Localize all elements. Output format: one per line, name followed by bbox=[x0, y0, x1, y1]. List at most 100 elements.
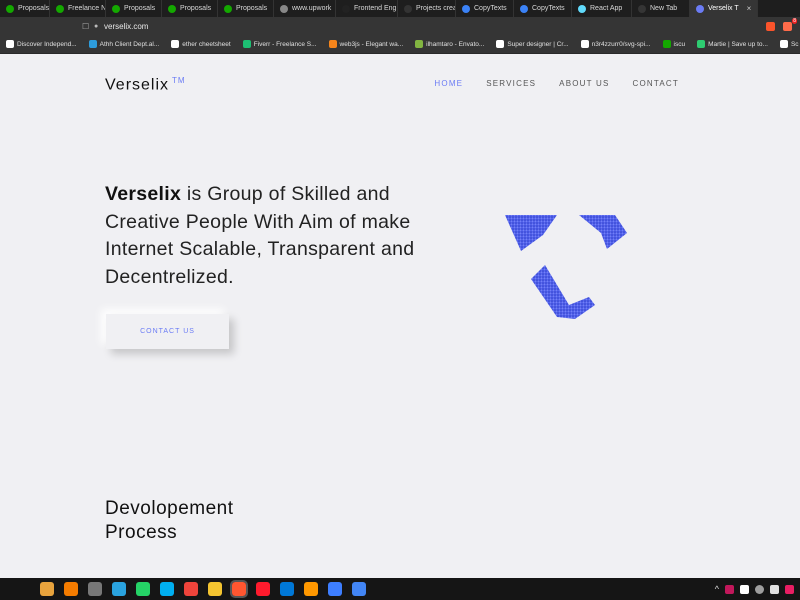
bookmark-item[interactable]: ether cheetsheet bbox=[165, 40, 236, 48]
browser-tab[interactable]: React App bbox=[572, 0, 632, 17]
bookmark-label: iscu bbox=[674, 41, 686, 48]
brave-icon[interactable] bbox=[232, 582, 246, 596]
tab-label: Verselix T bbox=[708, 5, 739, 12]
tab-label: Frontend Eng bbox=[354, 5, 396, 12]
sublime-icon[interactable] bbox=[304, 582, 318, 596]
bookmark-favicon-icon bbox=[6, 40, 14, 48]
tab-label: Projects crea bbox=[416, 5, 456, 12]
browser-tab[interactable]: Proposals bbox=[106, 0, 162, 17]
bookmark-item[interactable]: n3r4zzurr0/svg-spi... bbox=[575, 40, 657, 48]
browser-tab[interactable]: Proposals bbox=[162, 0, 218, 17]
bookmark-label: ilhamtaro - Envato... bbox=[426, 41, 484, 48]
bookmark-item[interactable]: Fiverr - Freelance S... bbox=[237, 40, 323, 48]
app-icon[interactable] bbox=[64, 582, 78, 596]
browser-tab[interactable]: CopyTexts bbox=[514, 0, 572, 17]
hero-brand: Verselix bbox=[105, 183, 181, 205]
bookmark-favicon-icon bbox=[581, 40, 589, 48]
bookmark-item[interactable]: web3js - Elegant wa... bbox=[323, 40, 410, 48]
logo-segment-left bbox=[505, 215, 557, 251]
tab-label: Freelance No bbox=[68, 5, 106, 12]
browser-tab[interactable]: Frontend Eng bbox=[336, 0, 398, 17]
bookmark-item[interactable]: Martie | Save up to... bbox=[691, 40, 774, 48]
bookmark-favicon-icon bbox=[780, 40, 788, 48]
brave-rewards-icon[interactable]: 8 bbox=[783, 22, 792, 31]
nav-contact[interactable]: CONTACT bbox=[633, 79, 679, 88]
tab-favicon-icon bbox=[342, 5, 350, 13]
tab-label: Proposals bbox=[124, 5, 155, 12]
brand-logo-text[interactable]: VerselixTM bbox=[105, 76, 186, 94]
bookmark-favicon-icon bbox=[171, 40, 179, 48]
tab-favicon-icon bbox=[404, 5, 412, 13]
tab-favicon-icon bbox=[224, 5, 232, 13]
rewards-badge: 8 bbox=[792, 18, 797, 24]
browser-tab[interactable]: Freelance No bbox=[50, 0, 106, 17]
tab-favicon-icon bbox=[56, 5, 64, 13]
skype-icon[interactable] bbox=[160, 582, 174, 596]
tab-favicon-icon bbox=[280, 5, 288, 13]
bookmark-item[interactable]: Super designer | Cr... bbox=[490, 40, 574, 48]
tray-expand-icon[interactable]: ^ bbox=[715, 584, 719, 594]
browser-tab[interactable]: Proposals bbox=[0, 0, 50, 17]
url-field[interactable]: verselix.com bbox=[104, 22, 766, 31]
tab-label: CopyTexts bbox=[532, 5, 565, 12]
anydesk-icon[interactable] bbox=[184, 582, 198, 596]
tab-label: Proposals bbox=[18, 5, 49, 12]
tab-label: Proposals bbox=[236, 5, 267, 12]
whatsapp-icon[interactable] bbox=[136, 582, 150, 596]
section-title: Devolopement Process bbox=[105, 497, 305, 545]
tray-app2-icon[interactable] bbox=[740, 585, 749, 594]
bookmark-item[interactable]: iscu bbox=[657, 40, 692, 48]
tray-app4-icon[interactable] bbox=[785, 585, 794, 594]
tab-label: Proposals bbox=[180, 5, 211, 12]
telegram-icon[interactable] bbox=[112, 582, 126, 596]
tab-label: CopyTexts bbox=[474, 5, 507, 12]
todo-icon[interactable] bbox=[328, 582, 342, 596]
logo-segment-bottom bbox=[531, 265, 595, 319]
bookmark-label: n3r4zzurr0/svg-spi... bbox=[592, 41, 651, 48]
tray-app3-icon[interactable] bbox=[770, 585, 779, 594]
browser-tab[interactable]: Verselix T × bbox=[690, 0, 758, 17]
bookmark-favicon-icon bbox=[329, 40, 337, 48]
calculator-icon[interactable] bbox=[88, 582, 102, 596]
page-content: VerselixTM HOME SERVICES ABOUT US CONTAC… bbox=[0, 54, 800, 578]
tray-settings-icon[interactable] bbox=[755, 585, 764, 594]
bookmark-icon[interactable]: ☐ bbox=[82, 22, 94, 31]
bookmark-item[interactable]: ilhamtaro - Envato... bbox=[409, 40, 490, 48]
browser-tab[interactable]: New Tab bbox=[632, 0, 690, 17]
bookmark-item[interactable]: Discover Independ... bbox=[0, 40, 83, 48]
os-taskbar: ^ bbox=[0, 578, 800, 600]
browser-tab[interactable]: Proposals bbox=[218, 0, 274, 17]
opera-icon[interactable] bbox=[256, 582, 270, 596]
main-nav: HOME SERVICES ABOUT US CONTACT bbox=[434, 79, 679, 88]
tray-app-icon[interactable] bbox=[725, 585, 734, 594]
nav-home[interactable]: HOME bbox=[434, 79, 463, 88]
browser-tab[interactable]: Projects crea bbox=[398, 0, 456, 17]
folder-icon[interactable] bbox=[208, 582, 222, 596]
bookmark-label: Athh Client Dept.al... bbox=[100, 41, 160, 48]
browser-tab-strip: Proposals Freelance No Proposals Proposals P… bbox=[0, 0, 800, 17]
bookmark-item[interactable]: Athh Client Dept.al... bbox=[83, 40, 166, 48]
tab-favicon-icon bbox=[578, 5, 586, 13]
tab-close-icon[interactable]: × bbox=[747, 4, 752, 13]
tab-favicon-icon bbox=[6, 5, 14, 13]
nav-services[interactable]: SERVICES bbox=[486, 79, 536, 88]
chrome-icon[interactable] bbox=[352, 582, 366, 596]
brave-shield-icon[interactable] bbox=[766, 22, 775, 31]
bookmark-label: ether cheetsheet bbox=[182, 41, 230, 48]
tab-label: New Tab bbox=[650, 5, 677, 12]
bookmark-item[interactable]: Sc bbox=[774, 40, 800, 48]
browser-tab[interactable]: CopyTexts bbox=[456, 0, 514, 17]
nav-about-us[interactable]: ABOUT US bbox=[559, 79, 609, 88]
browser-tab[interactable]: www.upwork bbox=[274, 0, 336, 17]
tab-favicon-icon bbox=[638, 5, 646, 13]
lock-icon[interactable]: ● bbox=[94, 23, 104, 30]
bookmark-label: Super designer | Cr... bbox=[507, 41, 568, 48]
logo-segment-right bbox=[579, 215, 627, 249]
vscode-icon[interactable] bbox=[280, 582, 294, 596]
system-tray: ^ bbox=[715, 584, 794, 594]
file-explorer-icon[interactable] bbox=[40, 582, 54, 596]
contact-us-button[interactable]: CONTACT US bbox=[106, 314, 229, 349]
tab-label: React App bbox=[590, 5, 622, 12]
tab-label: www.upwork bbox=[292, 5, 331, 12]
bookmark-favicon-icon bbox=[496, 40, 504, 48]
